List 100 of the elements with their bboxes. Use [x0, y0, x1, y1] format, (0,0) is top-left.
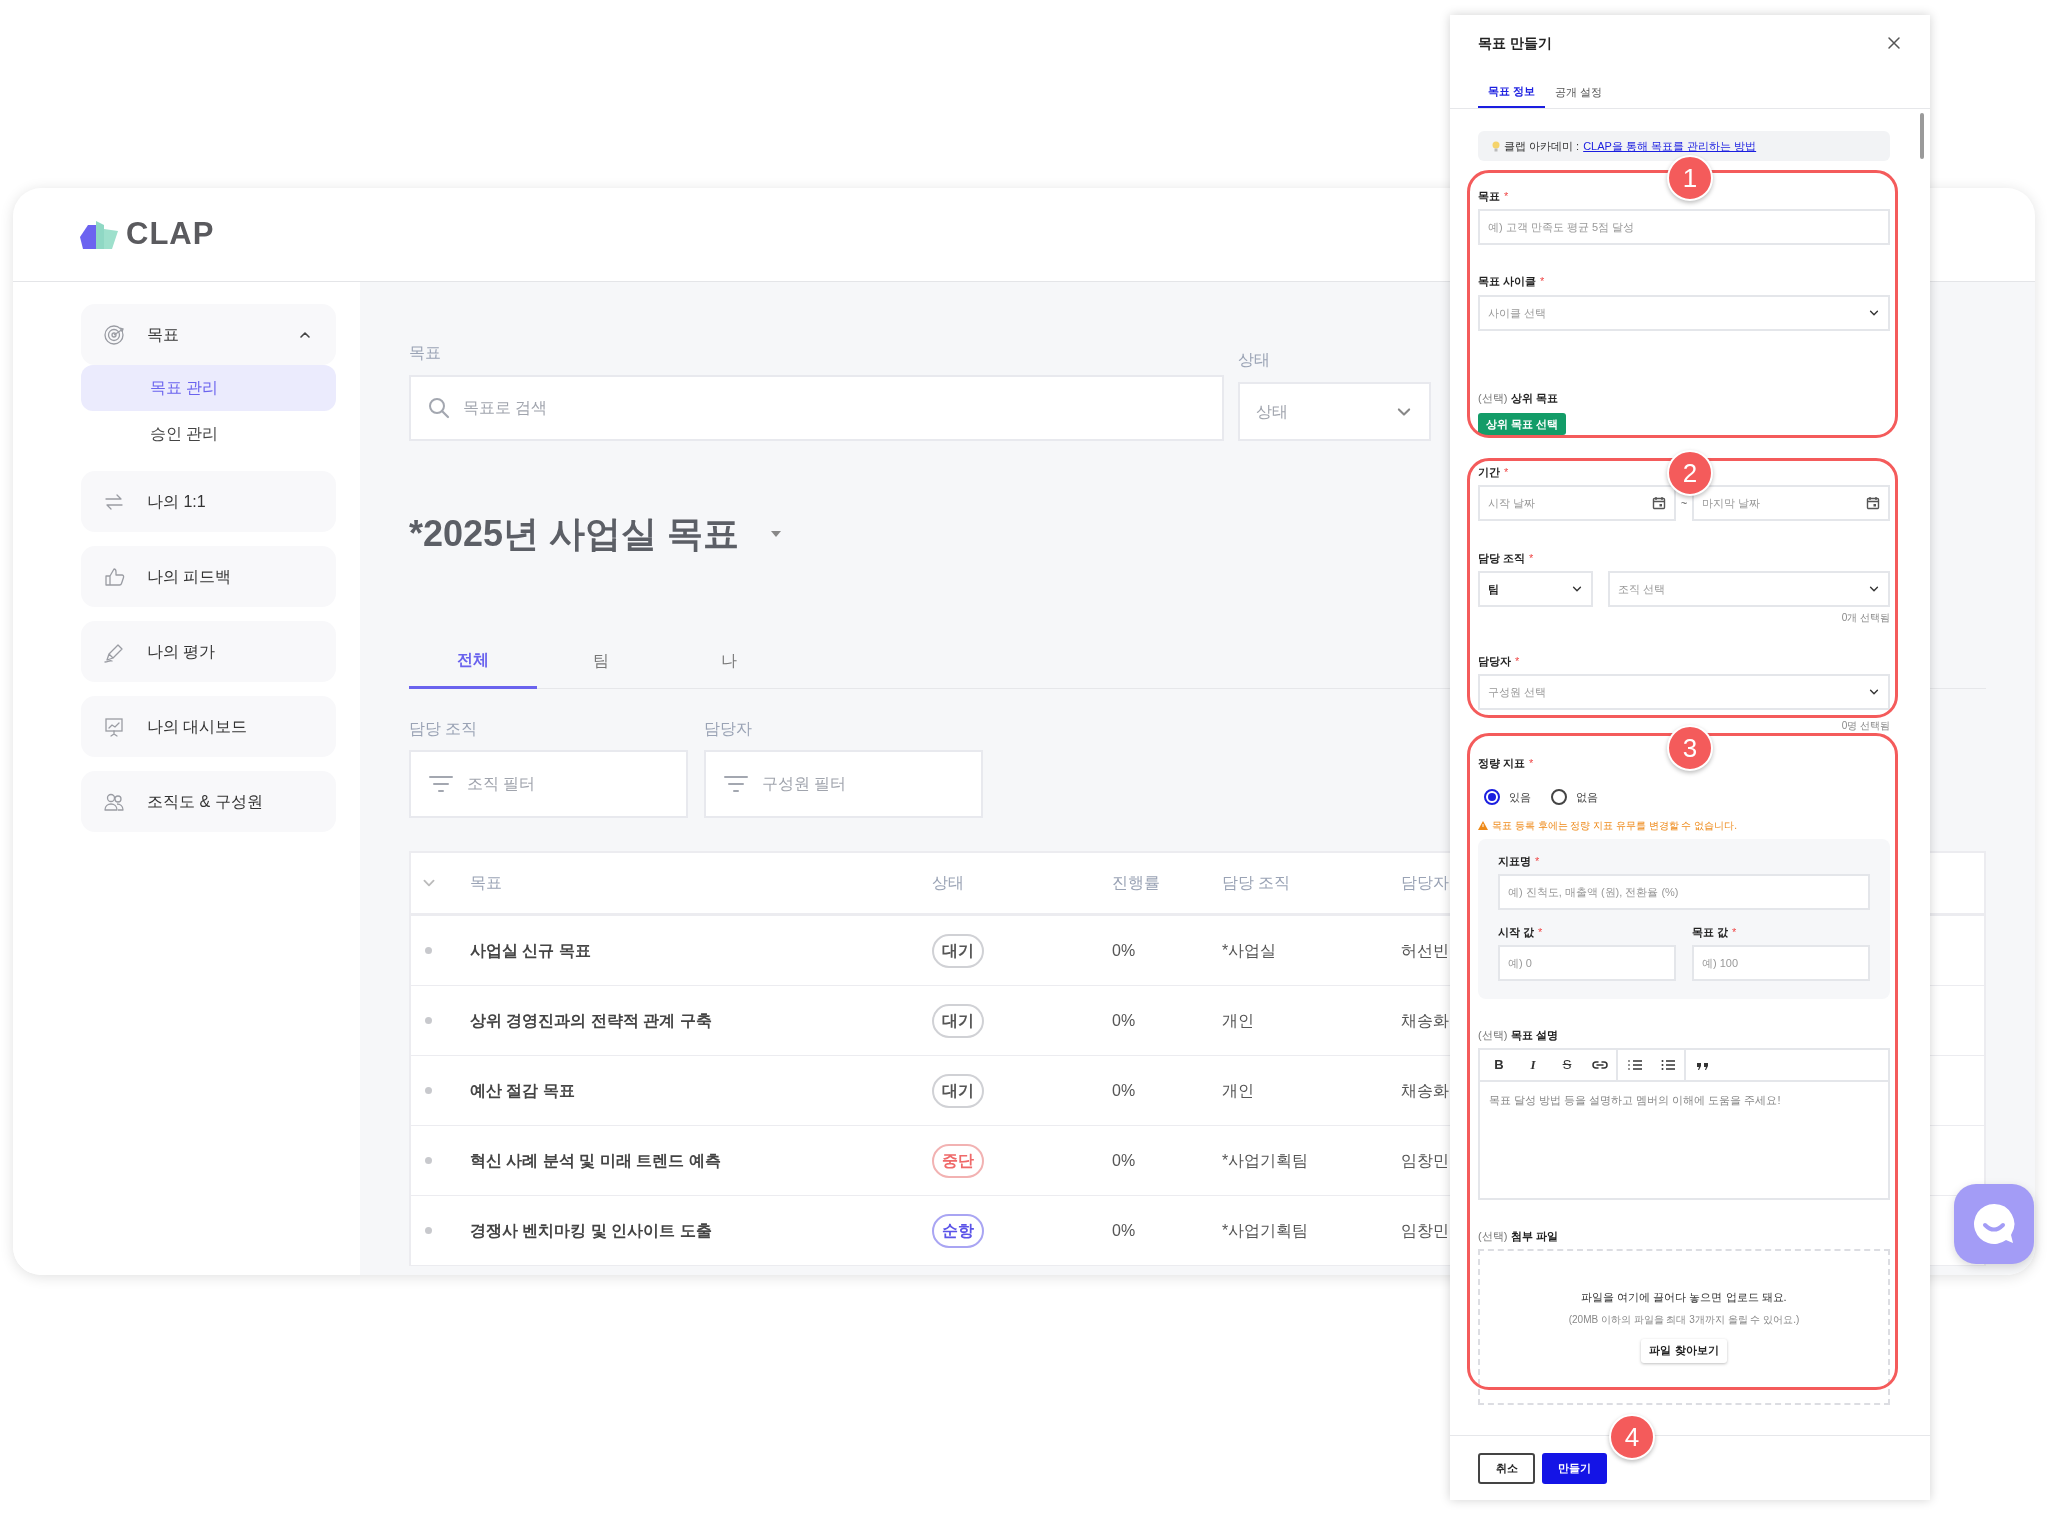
panel-title: 목표 만들기 — [1478, 33, 1552, 53]
status-badge: 순항 — [932, 1213, 984, 1248]
radio-option[interactable]: 없음 — [1551, 788, 1598, 806]
sidebar-item[interactable]: 나의 대시보드 — [81, 696, 336, 757]
calendar-icon — [1866, 496, 1880, 510]
table-cell-text: 0% — [1112, 1150, 1136, 1171]
tip-text: 클랩 아카데미 : — [1504, 138, 1580, 154]
table-cell-text: *사업기획팀 — [1222, 1220, 1309, 1241]
editor-placeholder: 목표 달성 방법 등을 설명하고 멤버의 이해에 도움을 주세요! — [1489, 1093, 1781, 1108]
table-cell-text: 채송화 — [1401, 1010, 1449, 1031]
table-cell-text: *사업실 — [1222, 940, 1277, 961]
sidebar-item[interactable]: 나의 평가 — [81, 621, 336, 682]
cancel-button[interactable]: 취소 — [1478, 1452, 1535, 1484]
search-icon — [427, 396, 451, 420]
sidebar-item[interactable]: 조직도 & 구성원 — [81, 771, 336, 832]
table-cell-text: 임창민 — [1401, 1220, 1449, 1241]
drop-note: (20MB 이하의 파일을 최대 3개까지 올릴 수 있어요.) — [1568, 1312, 1800, 1327]
table-cell-text: 0% — [1112, 940, 1136, 961]
sidebar-item[interactable]: 목표 — [81, 304, 336, 365]
optional-label: (선택) — [1478, 390, 1508, 406]
step-badge: 2 — [1667, 450, 1713, 496]
field-label: 상태 — [1238, 351, 1271, 369]
parent-goal-button[interactable]: 상위 목표 선택 — [1478, 413, 1567, 435]
table-cell-text: 경쟁사 벤치마킹 및 인사이트 도출 — [470, 1220, 712, 1241]
field-label: 기간 — [1478, 464, 1500, 480]
bullet-icon — [425, 947, 432, 954]
filter-icon — [724, 775, 748, 793]
drop-zone[interactable]: 파일을 여기에 끌어다 놓으면 업로드 돼요. (20MB 이하의 파일을 최대 3개까지 올릴 수 있어요.) 파일 찾아보기 — [1478, 1249, 1890, 1405]
tab[interactable]: 전체 — [409, 634, 537, 689]
field-label: 목표 값 — [1692, 924, 1729, 940]
sidebar-item[interactable]: 나의 피드백 — [81, 546, 336, 607]
required-mark: * — [1504, 464, 1509, 480]
thumbs-up-icon — [103, 565, 125, 588]
required-mark: * — [1515, 653, 1520, 669]
selection-count: 0명 선택됨 — [1841, 720, 1890, 732]
bullet-icon — [425, 1227, 432, 1234]
sidebar-subitem[interactable]: 목표 관리 — [81, 365, 336, 411]
table-cell-text: 상위 경영진과의 전략적 관계 구축 — [470, 1010, 712, 1031]
required-mark: * — [1538, 924, 1543, 940]
logo-text: CLAP — [126, 215, 215, 254]
lightbulb-icon — [1492, 140, 1500, 152]
status-badge: 대기 — [932, 1003, 984, 1038]
field-label: 첨부 파일 — [1511, 1228, 1559, 1244]
table-cell-text: 허선빈 — [1401, 940, 1449, 961]
column-header: 상태 — [932, 873, 964, 893]
field-label: 목표 사이클 — [1478, 273, 1537, 289]
close-button[interactable] — [1886, 35, 1902, 51]
table-cell-text: *사업기획팀 — [1222, 1150, 1309, 1171]
column-header: 진행률 — [1112, 873, 1160, 893]
selection-count: 0개 선택됨 — [1841, 612, 1890, 624]
table-cell-text: 개인 — [1222, 1010, 1254, 1031]
tab[interactable]: 목표 정보 — [1478, 77, 1545, 108]
date-separator: ~ — [1680, 495, 1688, 511]
numbered-list-icon — [1627, 1057, 1643, 1073]
tab[interactable]: 팀 — [537, 634, 665, 688]
table-cell-text: 개인 — [1222, 1080, 1254, 1101]
bold-button[interactable]: B — [1482, 1050, 1516, 1080]
logo-icon — [80, 220, 118, 249]
browse-files-button[interactable]: 파일 찾아보기 — [1641, 1338, 1727, 1363]
text-editor[interactable]: B I S 목표 달성 방법 등을 설명하고 멤버의 이해에 도움을 주세요! — [1478, 1048, 1890, 1200]
required-mark: * — [1535, 853, 1540, 869]
required-mark: * — [1529, 550, 1534, 566]
warning-text: 목표 등록 후에는 정량 지표 유무를 변경할 수 없습니다. — [1492, 818, 1737, 833]
table-cell-text: 사업실 신규 목표 — [470, 940, 591, 961]
sidebar-item[interactable]: 나의 1:1 — [81, 471, 336, 532]
close-icon — [1887, 36, 1901, 50]
optional-label: (선택) — [1478, 1027, 1508, 1043]
column-header: 목표 — [470, 873, 502, 893]
tab[interactable]: 나 — [665, 634, 793, 688]
column-header: 담당자 — [1401, 873, 1449, 893]
column-header: 담당 조직 — [1222, 873, 1291, 893]
sidebar-subitem[interactable]: 승인 관리 — [81, 411, 336, 457]
scrollbar-thumb[interactable] — [1920, 113, 1924, 159]
bullet-list-icon — [1660, 1057, 1676, 1073]
table-cell-text: 채송화 — [1401, 1080, 1449, 1101]
select-field[interactable]: 팀 — [1478, 571, 1593, 607]
status-badge: 중단 — [932, 1143, 984, 1178]
required-mark: * — [1529, 755, 1534, 771]
table-cell-text: 0% — [1112, 1080, 1136, 1101]
academy-link[interactable]: CLAP을 통해 목표를 관리하는 방법 — [1583, 137, 1757, 155]
filter-icon — [429, 775, 453, 793]
table-cell-text: 0% — [1112, 1220, 1136, 1241]
step-badge: 3 — [1667, 725, 1713, 771]
field-label: 목표 설명 — [1511, 1027, 1559, 1043]
required-mark: * — [1732, 924, 1737, 940]
bullet-icon — [425, 1157, 432, 1164]
field-label: 담당 조직 — [1478, 550, 1526, 566]
caret-down-icon — [769, 529, 784, 539]
tab[interactable]: 공개 설정 — [1545, 77, 1612, 108]
field-label: 정량 지표 — [1478, 755, 1526, 771]
strike-button[interactable]: S — [1550, 1050, 1584, 1080]
create-button[interactable]: 만들기 — [1542, 1452, 1607, 1484]
status-badge: 대기 — [932, 933, 984, 968]
radio-option[interactable]: 있음 — [1484, 788, 1531, 806]
page-title: *2025년 사업실 목표 — [409, 512, 740, 556]
italic-button[interactable]: I — [1516, 1050, 1550, 1080]
field-label: 목표 — [409, 344, 442, 362]
table-cell-text: 0% — [1112, 1010, 1136, 1031]
table-cell-text: 임창민 — [1401, 1150, 1449, 1171]
optional-label: (선택) — [1478, 1228, 1508, 1244]
